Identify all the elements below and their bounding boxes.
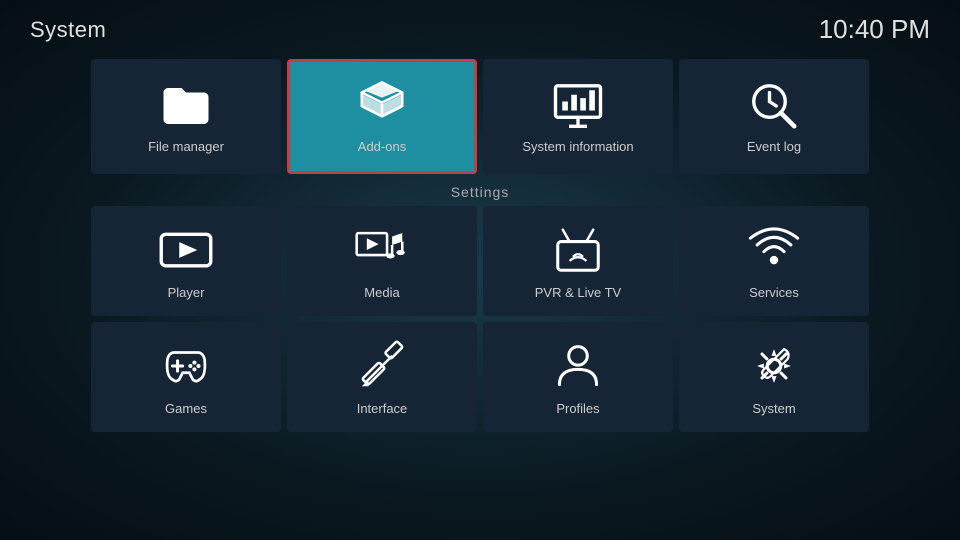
folder-icon bbox=[159, 79, 213, 133]
tile-file-manager-label: File manager bbox=[148, 139, 224, 154]
tile-system-information[interactable]: System information bbox=[483, 59, 673, 174]
settings-section: Settings Player bbox=[0, 184, 960, 432]
tile-add-ons[interactable]: Add-ons bbox=[287, 59, 477, 174]
tile-profiles-label: Profiles bbox=[556, 401, 599, 416]
header: System 10:40 PM bbox=[0, 0, 960, 55]
tile-event-log-label: Event log bbox=[747, 139, 801, 154]
interface-icon bbox=[355, 339, 409, 393]
tile-pvr-live-tv-label: PVR & Live TV bbox=[535, 285, 621, 300]
page-title: System bbox=[30, 17, 106, 43]
settings-title: Settings bbox=[0, 184, 960, 200]
tile-pvr-live-tv[interactable]: PVR & Live TV bbox=[483, 206, 673, 316]
player-icon bbox=[159, 223, 213, 277]
tile-player[interactable]: Player bbox=[91, 206, 281, 316]
clock: 10:40 PM bbox=[819, 14, 930, 45]
eventlog-icon bbox=[747, 79, 801, 133]
top-row: File manager Add-ons bbox=[0, 59, 960, 174]
system-icon bbox=[747, 339, 801, 393]
games-icon bbox=[159, 339, 213, 393]
tile-services[interactable]: Services bbox=[679, 206, 869, 316]
settings-row-2: Games Interface bbox=[0, 322, 960, 432]
tile-games[interactable]: Games bbox=[91, 322, 281, 432]
tile-media[interactable]: Media bbox=[287, 206, 477, 316]
tile-profiles[interactable]: Profiles bbox=[483, 322, 673, 432]
profiles-icon bbox=[551, 339, 605, 393]
tile-event-log[interactable]: Event log bbox=[679, 59, 869, 174]
sysinfo-icon bbox=[551, 79, 605, 133]
tile-add-ons-label: Add-ons bbox=[358, 139, 406, 154]
tile-file-manager[interactable]: File manager bbox=[91, 59, 281, 174]
tile-player-label: Player bbox=[168, 285, 205, 300]
tile-media-label: Media bbox=[364, 285, 399, 300]
tile-interface[interactable]: Interface bbox=[287, 322, 477, 432]
addons-icon bbox=[355, 79, 409, 133]
tile-system-label: System bbox=[752, 401, 795, 416]
tile-services-label: Services bbox=[749, 285, 799, 300]
settings-row-1: Player Media bbox=[0, 206, 960, 316]
tile-system[interactable]: System bbox=[679, 322, 869, 432]
pvr-icon bbox=[551, 223, 605, 277]
tile-system-information-label: System information bbox=[522, 139, 633, 154]
tile-interface-label: Interface bbox=[357, 401, 408, 416]
media-icon bbox=[355, 223, 409, 277]
tile-games-label: Games bbox=[165, 401, 207, 416]
services-icon bbox=[747, 223, 801, 277]
